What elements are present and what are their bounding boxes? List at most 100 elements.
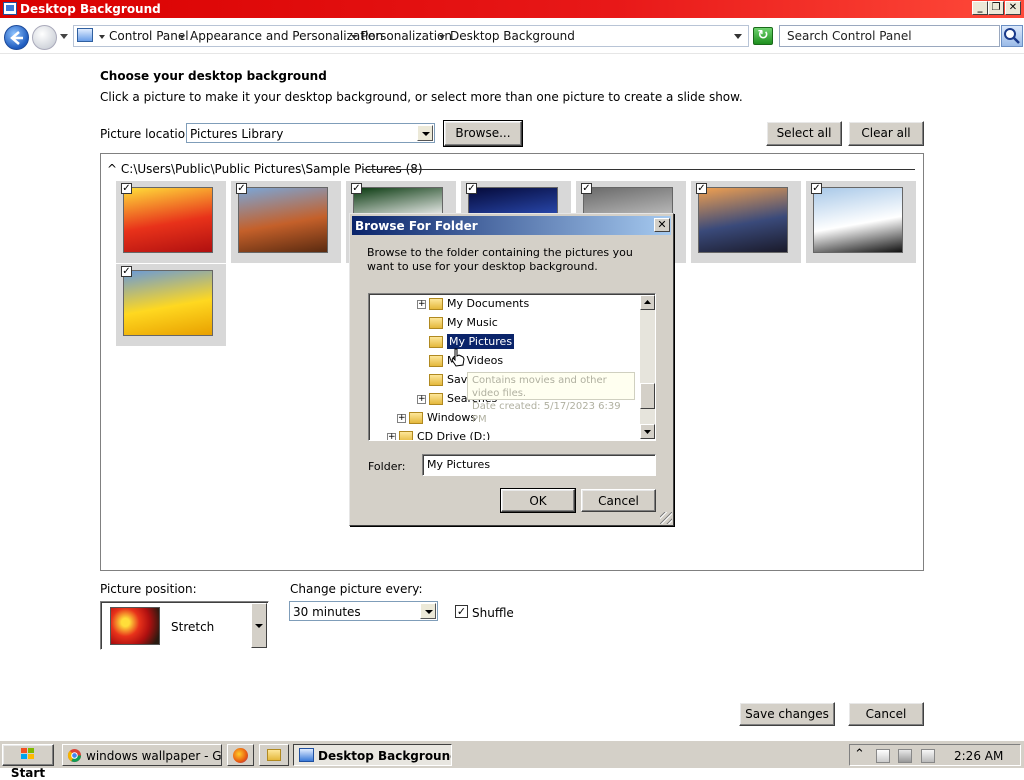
maximize-button[interactable]: ❐ [988, 1, 1004, 15]
tree-item[interactable]: + CD Drive (D:) [369, 428, 639, 441]
thumbnail-flower-red[interactable]: ✓ [116, 181, 226, 263]
thumbnail-checkbox[interactable]: ✓ [811, 183, 822, 194]
expand-icon[interactable]: + [417, 395, 426, 404]
tooltip-line-1: Contains movies and other video files. [472, 375, 607, 399]
tray-expand-icon[interactable]: ⌃ [854, 747, 865, 762]
tree-item-label: CD Drive (D:) [417, 430, 491, 441]
scroll-up-button[interactable] [640, 295, 655, 310]
ok-button[interactable]: OK [500, 488, 576, 513]
minimize-button[interactable]: _ [972, 1, 988, 15]
taskbar-item-label: windows wallpaper - Goo... [86, 749, 222, 763]
thumbnail-image [123, 270, 213, 336]
picture-position-select[interactable]: Stretch [100, 601, 269, 650]
thumbnail-penguins[interactable]: ✓ [806, 181, 916, 263]
refresh-button[interactable]: ↻ [753, 27, 773, 45]
window-title-bar[interactable]: Desktop Background _ ❐ ✕ [0, 0, 1024, 18]
thumbnail-checkbox[interactable]: ✓ [121, 266, 132, 277]
tree-item-label: My Music [447, 316, 498, 329]
chevron-down-icon[interactable] [420, 603, 436, 619]
taskbar-item-chrome[interactable]: windows wallpaper - Goo... [62, 744, 222, 766]
taskbar-item-firefox[interactable] [227, 744, 254, 766]
folder-icon [399, 431, 413, 440]
picture-location-select[interactable]: Pictures Library [186, 123, 435, 143]
forward-button[interactable] [32, 25, 57, 50]
page-title: Choose your desktop background [100, 69, 327, 83]
shuffle-checkbox[interactable]: ✓ [455, 605, 468, 618]
expand-icon[interactable]: + [397, 414, 406, 423]
chevron-down-icon[interactable] [251, 603, 267, 648]
thumbnail-image [123, 187, 213, 253]
back-button[interactable] [4, 25, 29, 50]
taskbar-item-label: Desktop Background [318, 749, 452, 763]
shuffle-label[interactable]: Shuffle [472, 606, 514, 620]
folder-input[interactable]: My Pictures [422, 454, 656, 476]
picture-location-label: Picture location: [100, 127, 197, 141]
address-toolbar: Control Panel Appearance and Personaliza… [0, 18, 1024, 54]
dialog-close-button[interactable]: ✕ [654, 218, 670, 232]
thumbnail-checkbox[interactable]: ✓ [581, 183, 592, 194]
chevron-down-icon[interactable] [351, 35, 357, 39]
tree-item[interactable]: My Music [369, 314, 639, 332]
breadcrumb[interactable]: Control Panel Appearance and Personaliza… [73, 25, 749, 47]
taskbar-item-desktop-background[interactable]: Desktop Background [293, 744, 452, 766]
dialog-cancel-button[interactable]: Cancel [581, 489, 656, 512]
dialog-title: Browse For Folder [355, 219, 478, 233]
down-arrow-icon [644, 430, 651, 434]
thumbnail-image [813, 187, 903, 253]
control-panel-icon [3, 2, 17, 15]
thumbnail-lighthouse[interactable]: ✓ [691, 181, 801, 263]
select-all-button[interactable]: Select all [766, 121, 842, 146]
thumbnail-checkbox[interactable]: ✓ [696, 183, 707, 194]
dialog-title-bar[interactable]: Browse For Folder ✕ [352, 216, 671, 235]
taskbar-clock[interactable]: 2:26 AM [954, 749, 1003, 763]
tree-item[interactable]: My Videos [369, 352, 639, 370]
thumbnail-checkbox[interactable]: ✓ [121, 183, 132, 194]
thumbnail-checkbox[interactable]: ✓ [351, 183, 362, 194]
folder-icon [267, 749, 281, 761]
page-description: Click a picture to make it your desktop … [100, 90, 743, 104]
expand-icon[interactable]: + [417, 300, 426, 309]
window-title: Desktop Background [20, 2, 161, 16]
expand-icon[interactable]: + [387, 433, 396, 440]
resize-grip[interactable] [660, 512, 672, 524]
close-button[interactable]: ✕ [1005, 1, 1021, 15]
save-changes-button[interactable]: Save changes [739, 702, 835, 726]
thumbnail-desert[interactable]: ✓ [231, 181, 341, 263]
cancel-button[interactable]: Cancel [848, 702, 924, 726]
chevron-down-icon[interactable] [179, 35, 185, 39]
clear-all-button[interactable]: Clear all [848, 121, 924, 146]
tree-item[interactable]: My Pictures [369, 333, 639, 351]
folder-icon [429, 374, 443, 386]
windows-logo-icon [21, 748, 34, 759]
search-input[interactable]: Search Control Panel [779, 25, 1000, 47]
scroll-thumb[interactable] [640, 383, 655, 409]
history-dropdown-icon[interactable] [60, 34, 68, 39]
change-picture-label: Change picture every: [290, 582, 423, 596]
thumbnail-checkbox[interactable]: ✓ [466, 183, 477, 194]
group-divider [363, 169, 915, 170]
thumbnail-checkbox[interactable]: ✓ [236, 183, 247, 194]
folder-tree[interactable]: + My Documents My Music My Pictures My Video… [368, 293, 656, 441]
chevron-down-icon[interactable] [439, 35, 445, 39]
thumbnail-tulips[interactable]: ✓ [116, 264, 226, 346]
tree-scrollbar[interactable] [640, 295, 655, 439]
taskbar-item-explorer[interactable] [259, 744, 289, 766]
volume-icon[interactable] [921, 749, 935, 763]
tree-item[interactable]: + My Documents [369, 295, 639, 313]
address-dropdown-icon[interactable] [734, 34, 742, 39]
chevron-down-icon[interactable] [99, 35, 105, 39]
picture-location-value: Pictures Library [190, 127, 284, 141]
breadcrumb-control-panel[interactable]: Control Panel [109, 29, 189, 43]
collapse-icon[interactable]: ^ [107, 162, 117, 176]
action-center-icon[interactable] [876, 749, 890, 763]
search-button[interactable] [1001, 25, 1023, 47]
browse-button[interactable]: Browse... [443, 120, 523, 147]
system-tray: ⌃ 2:26 AM [849, 744, 1021, 766]
dialog-instructions: Browse to the folder containing the pict… [367, 246, 633, 273]
scroll-down-button[interactable] [640, 424, 655, 439]
chevron-down-icon[interactable] [417, 125, 433, 141]
change-picture-select[interactable]: 30 minutes [289, 601, 438, 621]
network-icon[interactable] [898, 749, 912, 763]
start-button[interactable]: Start [2, 744, 54, 780]
breadcrumb-desktop-background[interactable]: Desktop Background [450, 29, 575, 43]
